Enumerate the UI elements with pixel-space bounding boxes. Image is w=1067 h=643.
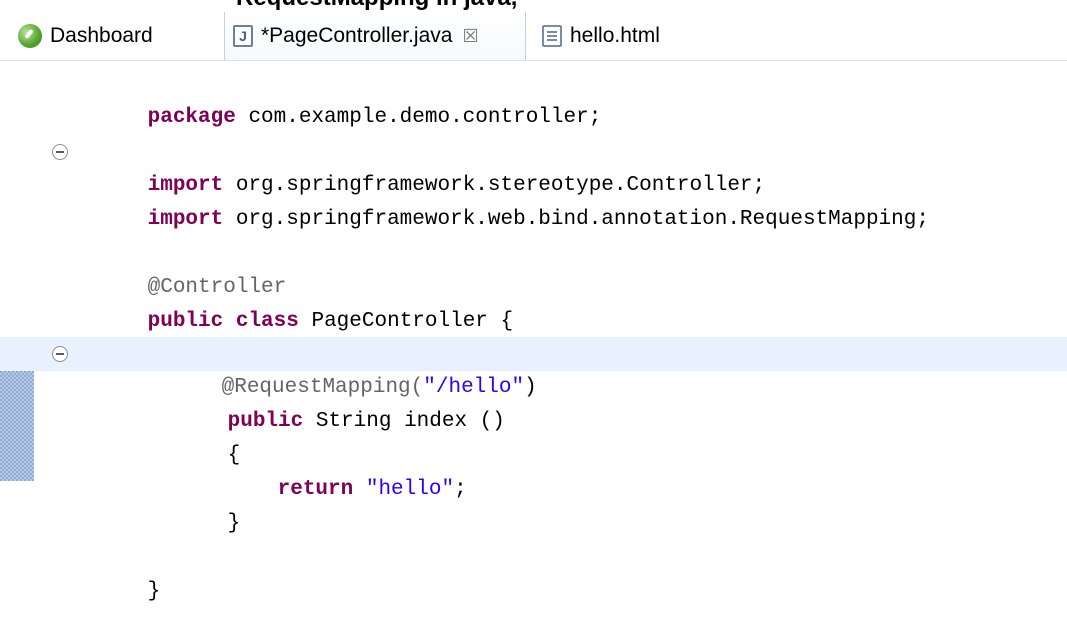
close-brace-class: }: [147, 580, 161, 603]
code-line-close-class: }: [0, 541, 1067, 603]
tab-dashboard-label: Dashboard: [50, 24, 153, 47]
code-line-requestmapping: @RequestMapping("/hello"): [0, 337, 1067, 399]
code-line-method-signature: public String index (): [0, 371, 1067, 433]
keyword-public: public: [147, 310, 224, 333]
fold-toggle-icon[interactable]: [52, 346, 68, 362]
package-name: com.example.demo.controller;: [235, 106, 602, 129]
tab-hello-html[interactable]: hello.html: [542, 12, 660, 60]
keyword-import: import: [147, 208, 224, 231]
code-line-package: package com.example.demo.controller;: [0, 67, 1067, 129]
class-name: PageController {: [298, 310, 514, 333]
keyword-package: package: [147, 106, 236, 129]
close-tab-icon[interactable]: ☒: [462, 27, 478, 45]
close-brace-method: }: [227, 512, 241, 535]
code-line-annotation-controller: @Controller: [0, 237, 1067, 299]
code-line-import-requestmapping: import org.springframework.web.bind.anno…: [0, 169, 1067, 231]
java-file-icon: J: [233, 25, 253, 47]
tab-dashboard[interactable]: Dashboard: [18, 12, 153, 60]
fold-toggle-icon[interactable]: [52, 144, 68, 160]
tab-hello-label: hello.html: [570, 24, 660, 47]
code-line-return: return "hello";: [0, 439, 1067, 501]
tab-pagecontroller-label: *PageController.java: [261, 24, 453, 47]
code-line-class-declaration: public class PageController {: [0, 271, 1067, 333]
import-requestmapping: org.springframework.web.bind.annotation.…: [223, 208, 929, 231]
title-fragment: RequestMapping in java,: [0, 0, 1067, 12]
code-line-open-brace: {: [0, 405, 1067, 467]
dashboard-icon: [18, 24, 42, 48]
title-fragment-text: RequestMapping in java,: [236, 0, 517, 12]
editor-tab-bar: Dashboard J *PageController.java ☒ hello…: [0, 12, 1067, 61]
code-editor[interactable]: package com.example.demo.controller; imp…: [0, 61, 1067, 603]
keyword-class: class: [223, 310, 299, 333]
code-line-import-controller: import org.springframework.stereotype.Co…: [0, 135, 1067, 197]
tab-pagecontroller-java[interactable]: J *PageController.java ☒: [224, 12, 526, 60]
html-file-icon: [542, 25, 562, 47]
code-line-close-method: }: [0, 473, 1067, 535]
